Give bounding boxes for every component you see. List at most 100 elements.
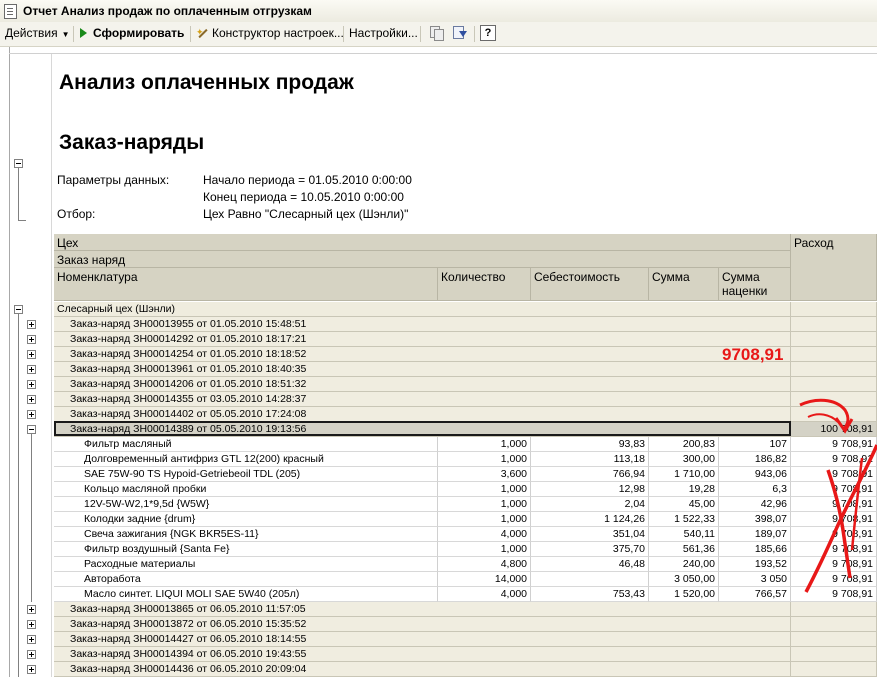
expand-icon[interactable]	[27, 380, 36, 389]
table-row-order[interactable]: Заказ-наряд ЗН00013872 от 06.05.2010 15:…	[54, 617, 877, 632]
table-row-order-selected[interactable]: Заказ-наряд ЗН00014389 от 05.05.2010 19:…	[54, 422, 877, 437]
item-name: SAE 75W-90 TS Hypoid-Getriebeoil TDL (20…	[54, 467, 438, 482]
item-qty: 1,000	[438, 482, 531, 497]
header-sum[interactable]: Сумма	[649, 268, 719, 301]
order-expense	[791, 347, 877, 362]
copy-icon[interactable]	[428, 25, 444, 41]
group-expense	[791, 302, 877, 317]
magic-wand-icon	[196, 24, 209, 41]
header-expense[interactable]: Расход	[791, 234, 877, 301]
expand-icon[interactable]	[27, 410, 36, 419]
table-row-item[interactable]: Колодки задние {drum} 1,000 1 124,26 1 522,…	[54, 512, 877, 527]
table-row-item[interactable]: Свеча зажигания {NGK BKR5ES-11} 4,000 351,…	[54, 527, 877, 542]
item-name: Кольцо масляной пробки	[54, 482, 438, 497]
expand-icon[interactable]	[27, 350, 36, 359]
item-sum: 1 710,00	[649, 467, 719, 482]
item-sum: 1 520,00	[649, 587, 719, 602]
settings-constructor-button[interactable]: Конструктор настроек...	[196, 24, 344, 42]
table-row-order[interactable]: Заказ-наряд ЗН00014402 от 05.05.2010 17:…	[54, 407, 877, 422]
table-row-order[interactable]: Заказ-наряд ЗН00014206 от 01.05.2010 18:…	[54, 377, 877, 392]
generate-button[interactable]: Сформировать	[80, 25, 184, 42]
item-cost: 766,94	[531, 467, 649, 482]
header-cost[interactable]: Себестоимость	[531, 268, 649, 301]
header-markup[interactable]: Сумма наценки	[719, 268, 791, 301]
toolbar: Действия▼ Сформировать Конструктор настр…	[0, 22, 877, 47]
table-row-order[interactable]: Заказ-наряд ЗН00014427 от 06.05.2010 18:…	[54, 632, 877, 647]
item-name: 12V-5W-W2,1*9,5d {W5W}	[54, 497, 438, 512]
header-order[interactable]: Заказ наряд	[54, 251, 791, 268]
item-cost: 12,98	[531, 482, 649, 497]
table-row-item[interactable]: Долговременный антифриз GTL 12(200) крас…	[54, 452, 877, 467]
header-nomenclature[interactable]: Номенклатура	[54, 268, 438, 301]
item-qty: 1,000	[438, 497, 531, 512]
table-row-item[interactable]: Масло синтет. LIQUI MOLI SAE 5W40 (205л)…	[54, 587, 877, 602]
table-row-item[interactable]: Кольцо масляной пробки 1,000 12,98 19,28 6,3…	[54, 482, 877, 497]
item-cost: 351,04	[531, 527, 649, 542]
table-row-item[interactable]: Фильтр воздушный {Santa Fe} 1,000 375,70 56…	[54, 542, 877, 557]
header-workshop[interactable]: Цех	[54, 234, 791, 251]
item-cost: 46,48	[531, 557, 649, 572]
table-row-item[interactable]: 12V-5W-W2,1*9,5d {W5W} 1,000 2,04 45,00 42,9…	[54, 497, 877, 512]
item-expense: 9 708,91	[791, 542, 877, 557]
item-sum: 200,83	[649, 437, 719, 452]
order-label: Заказ-наряд ЗН00013865 от 06.05.2010 11:…	[54, 602, 791, 617]
item-name: Масло синтет. LIQUI MOLI SAE 5W40 (205л)	[54, 587, 438, 602]
item-name: Фильтр масляный	[54, 437, 438, 452]
order-expense	[791, 377, 877, 392]
collapse-params-icon[interactable]	[14, 159, 23, 168]
collapse-icon[interactable]	[27, 425, 36, 434]
item-cost: 1 124,26	[531, 512, 649, 527]
order-expense	[791, 407, 877, 422]
report-icon	[4, 4, 17, 19]
item-name: Долговременный антифриз GTL 12(200) крас…	[54, 452, 438, 467]
order-expense	[791, 632, 877, 647]
expand-icon[interactable]	[27, 635, 36, 644]
table-row-item[interactable]: Авторабота 14,000 3 050,00 3 050 9 708,91	[54, 572, 877, 587]
report-title: Анализ оплаченных продаж	[59, 71, 354, 94]
collapse-icon[interactable]	[14, 305, 23, 314]
table-row-item[interactable]: Расходные материалы 4,800 46,48 240,00 193,5…	[54, 557, 877, 572]
dropdown-arrow-icon: ▼	[61, 30, 70, 39]
expand-icon[interactable]	[27, 605, 36, 614]
expand-icon[interactable]	[27, 650, 36, 659]
table-row-item[interactable]: SAE 75W-90 TS Hypoid-Getriebeoil TDL (20…	[54, 467, 877, 482]
item-qty: 4,800	[438, 557, 531, 572]
header-quantity[interactable]: Количество	[438, 268, 531, 301]
expand-icon[interactable]	[27, 365, 36, 374]
expand-icon[interactable]	[27, 395, 36, 404]
item-qty: 14,000	[438, 572, 531, 587]
item-name: Авторабота	[54, 572, 438, 587]
table-row-order[interactable]: Заказ-наряд ЗН00013865 от 06.05.2010 11:…	[54, 602, 877, 617]
order-label: Заказ-наряд ЗН00014254 от 01.05.2010 18:…	[54, 347, 791, 362]
item-markup: 42,96	[719, 497, 791, 512]
expand-icon[interactable]	[27, 620, 36, 629]
item-qty: 1,000	[438, 542, 531, 557]
help-button[interactable]: ?	[480, 25, 496, 41]
actions-menu[interactable]: Действия ▼	[5, 25, 70, 42]
item-name: Свеча зажигания {NGK BKR5ES-11}	[54, 527, 438, 542]
table-row-group[interactable]: Слесарный цех (Шэнли)	[54, 302, 877, 317]
settings-button[interactable]: Настройки...	[349, 25, 418, 42]
item-markup: 186,82	[719, 452, 791, 467]
item-cost: 113,18	[531, 452, 649, 467]
table-row-order[interactable]: Заказ-наряд ЗН00014436 от 06.05.2010 20:…	[54, 662, 877, 677]
table-row-order[interactable]: Заказ-наряд ЗН00014394 от 06.05.2010 19:…	[54, 647, 877, 662]
order-label: Заказ-наряд ЗН00014427 от 06.05.2010 18:…	[54, 632, 791, 647]
expand-icon[interactable]	[27, 320, 36, 329]
constructor-label: Конструктор настроек...	[212, 26, 344, 40]
item-qty: 1,000	[438, 437, 531, 452]
item-markup: 766,57	[719, 587, 791, 602]
item-expense: 9 708,91	[791, 572, 877, 587]
annotation-value: 9708,91	[722, 345, 784, 364]
params-label: Параметры данных:	[57, 173, 170, 187]
item-markup: 193,52	[719, 557, 791, 572]
item-expense: 9 708,91	[791, 467, 877, 482]
expand-icon[interactable]	[27, 665, 36, 674]
table-row-order[interactable]: Заказ-наряд ЗН00013955 от 01.05.2010 15:…	[54, 317, 877, 332]
table-row-item[interactable]: Фильтр масляный 1,000 93,83 200,83 107 9 708,…	[54, 437, 877, 452]
order-label: Заказ-наряд ЗН00013955 от 01.05.2010 15:…	[54, 317, 791, 332]
move-down-icon[interactable]	[451, 25, 467, 41]
item-qty: 3,600	[438, 467, 531, 482]
table-row-order[interactable]: Заказ-наряд ЗН00014355 от 03.05.2010 14:…	[54, 392, 877, 407]
expand-icon[interactable]	[27, 335, 36, 344]
